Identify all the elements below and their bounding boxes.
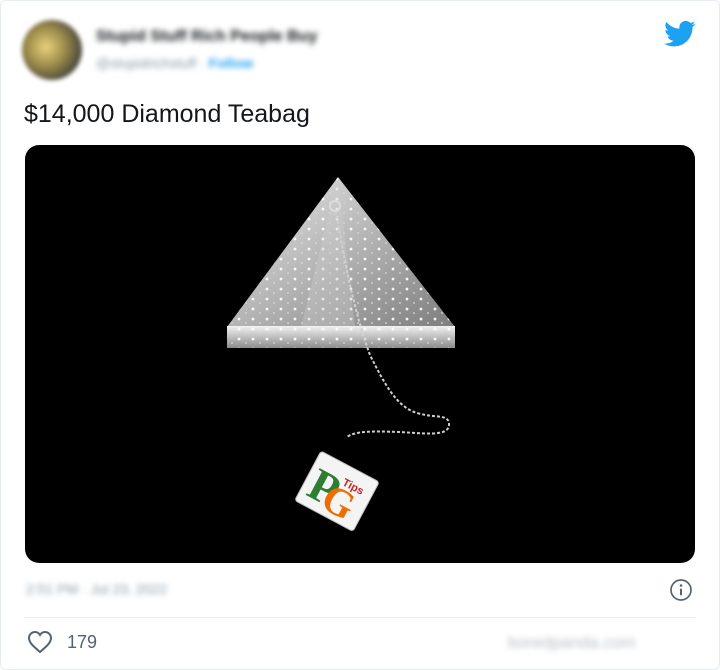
twitter-bird-icon[interactable] <box>664 20 696 48</box>
heart-icon[interactable] <box>27 630 53 654</box>
tweet-timestamp[interactable]: 2:51 PM · Jul 23, 2022 <box>26 581 246 597</box>
tweet-image[interactable]: P G Tips <box>25 145 695 563</box>
display-name[interactable]: Stupid Stuff Rich People Buy <box>96 28 416 46</box>
watermark: boredpanda.com <box>508 633 636 652</box>
info-icon[interactable] <box>669 578 693 602</box>
handle-separator: · <box>200 55 205 71</box>
user-handle-line: @stupidrichstuff · Follow <box>96 55 356 71</box>
follow-button[interactable]: Follow <box>209 55 253 71</box>
tweet-text: $14,000 Diamond Teabag <box>24 100 310 128</box>
user-handle[interactable]: @stupidrichstuff <box>96 55 196 71</box>
avatar[interactable] <box>22 20 82 80</box>
divider <box>24 617 696 618</box>
diamond-teabag-photo: P G Tips <box>227 177 455 531</box>
pyramid-teabag <box>227 177 455 348</box>
tea-tag: P G Tips <box>295 451 379 531</box>
like-count[interactable]: 179 <box>67 632 97 653</box>
